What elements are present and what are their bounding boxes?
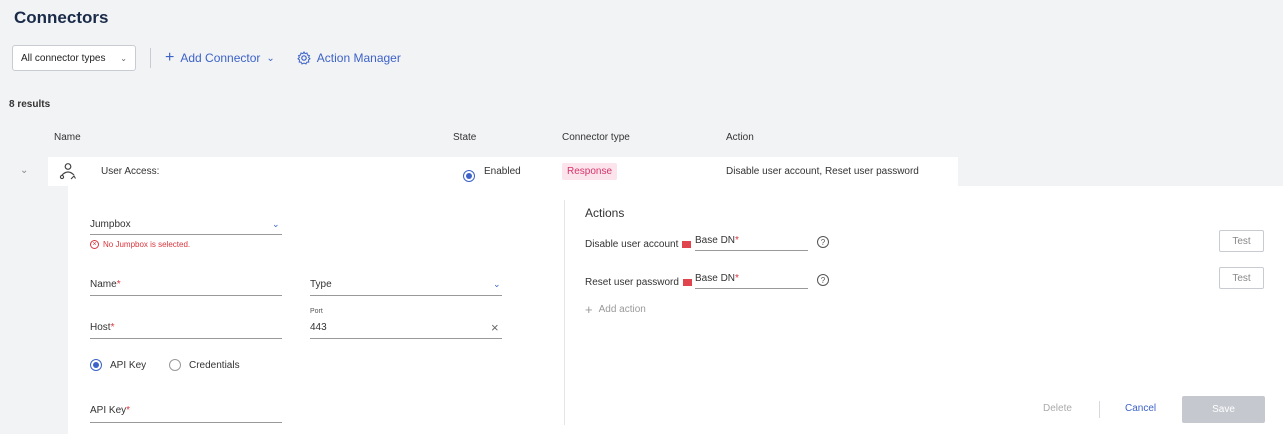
action-item: Reset user password (585, 277, 698, 288)
required-mark: * (110, 322, 115, 333)
base-dn-input[interactable] (695, 288, 808, 289)
test-button[interactable]: Test (1219, 230, 1264, 252)
type-select[interactable] (310, 295, 502, 296)
jumpbox-error-text: No Jumpbox is selected. (103, 240, 191, 249)
action-item: Disable user account (585, 239, 697, 250)
delete-button[interactable]: Delete (1043, 403, 1072, 414)
connector-actions: Disable user account, Reset user passwor… (726, 166, 919, 177)
chevron-down-icon: ⌄ (266, 52, 275, 64)
add-connector-button[interactable]: + Add Connector ⌄ (165, 50, 275, 66)
base-dn-label-text: Base DN (695, 235, 736, 246)
action-label: Disable user account (585, 239, 679, 250)
add-action-button[interactable]: + Add action (585, 302, 646, 317)
column-header-name[interactable]: Name (54, 132, 81, 143)
divider (150, 48, 151, 68)
auth-credentials-radio[interactable]: Credentials (169, 359, 240, 371)
name-input[interactable] (90, 295, 282, 296)
action-label: Reset user password (585, 277, 679, 288)
plus-icon: + (165, 49, 175, 66)
type-label: Type (310, 279, 332, 290)
required-mark: * (735, 273, 739, 284)
gear-icon (297, 51, 311, 65)
actions-title: Actions (585, 206, 625, 220)
radio-unchecked-icon (169, 359, 181, 371)
connector-type-filter[interactable]: All connector types ⌄ (12, 45, 136, 71)
chevron-down-icon: ⌄ (272, 219, 280, 229)
name-label: Name* (90, 279, 121, 290)
api-key-input[interactable] (90, 422, 282, 423)
test-button[interactable]: Test (1219, 267, 1264, 289)
action-manager-label: Action Manager (316, 51, 401, 65)
auth-api-key-radio[interactable]: API Key (90, 359, 146, 371)
column-header-type[interactable]: Connector type (562, 132, 630, 143)
add-action-label: Add action (598, 304, 646, 315)
connector-details-panel (68, 186, 1283, 434)
api-key-label: API Key* (90, 405, 130, 416)
expand-chevron-icon[interactable]: ⌄ (20, 165, 28, 176)
state-label: Enabled (484, 166, 521, 177)
required-mark: * (116, 279, 121, 290)
chevron-down-icon: ⌄ (493, 279, 501, 289)
save-button[interactable]: Save (1182, 396, 1265, 423)
required-mark: * (735, 235, 739, 246)
auth-api-key-label: API Key (110, 359, 147, 371)
connector-type-badge: Response (562, 163, 618, 180)
plus-icon: + (585, 302, 593, 317)
port-label: Port (310, 308, 323, 315)
base-dn-label: Base DN* (695, 273, 739, 284)
jumpbox-error: × No Jumpbox is selected. (90, 240, 190, 249)
panel-divider (564, 200, 565, 425)
chevron-down-icon: ⌄ (120, 53, 127, 63)
base-dn-input[interactable] (695, 250, 808, 251)
add-connector-label: Add Connector (180, 51, 261, 65)
base-dn-label-text: Base DN (695, 273, 736, 284)
column-header-action[interactable]: Action (726, 132, 754, 143)
state-enabled-radio[interactable] (463, 166, 475, 184)
host-label: Host* (90, 322, 114, 333)
help-icon[interactable]: ? (817, 236, 829, 248)
filter-value: All connector types (21, 52, 106, 64)
divider (1099, 401, 1100, 418)
results-count: 8 results (9, 99, 51, 110)
radio-checked-icon (463, 170, 475, 182)
connector-name: User Access: (101, 166, 160, 177)
name-label-text: Name (90, 279, 117, 290)
jumpbox-label: Jumpbox (90, 219, 131, 230)
error-icon: × (90, 240, 99, 249)
api-key-label-text: API Key (90, 405, 127, 416)
error-flag-icon (682, 241, 692, 248)
host-input[interactable] (90, 338, 282, 339)
clear-icon[interactable]: × (491, 320, 499, 335)
port-value: 443 (310, 322, 327, 333)
radio-checked-icon (90, 359, 102, 371)
help-icon[interactable]: ? (817, 274, 829, 286)
error-flag-icon (682, 279, 692, 286)
base-dn-label: Base DN* (695, 235, 739, 246)
page-title: Connectors (14, 8, 109, 27)
action-manager-button[interactable]: Action Manager (297, 51, 401, 65)
cancel-button[interactable]: Cancel (1125, 403, 1156, 414)
toolbar: All connector types ⌄ + Add Connector ⌄ … (12, 45, 423, 71)
auth-credentials-label: Credentials (189, 359, 240, 371)
port-input[interactable] (310, 338, 502, 339)
connector-icon (58, 162, 78, 187)
column-header-state[interactable]: State (453, 132, 476, 143)
required-mark: * (126, 405, 131, 416)
jumpbox-select[interactable] (90, 234, 282, 235)
host-label-text: Host (90, 322, 111, 333)
